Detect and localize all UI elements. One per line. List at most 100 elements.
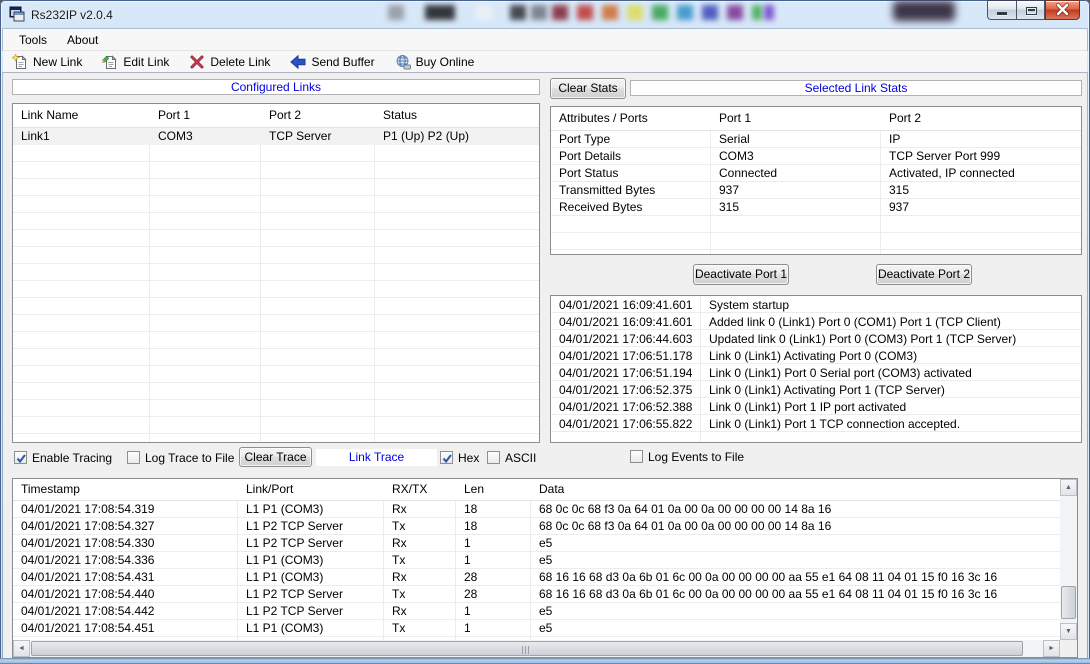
cell-link-port: L1 P1 (COM3)	[238, 501, 384, 518]
vertical-scrollbar[interactable]: ▲ ▼	[1060, 479, 1077, 640]
cell-attribute: Transmitted Bytes	[551, 182, 711, 199]
deactivate-port1-button[interactable]: Deactivate Port 1	[693, 264, 789, 285]
cell-data: 68 16 16 68 d3 0a 6b 01 6c 00 0a 00 00 0…	[531, 586, 1060, 603]
trace-row[interactable]: 04/01/2021 17:08:54.330 L1 P2 TCP Server…	[13, 535, 1060, 552]
trace-row[interactable]: 04/01/2021 17:08:54.431 L1 P1 (COM3) Rx …	[13, 569, 1060, 586]
event-row[interactable]: 04/01/2021 17:06:44.603 Updated link 0 (…	[551, 331, 1081, 348]
cell-data: 68 16 16 68 d3 0a 6b 01 6c 00 0a 00 00 0…	[531, 569, 1060, 586]
stats-row[interactable]: Received Bytes 315 937	[551, 199, 1081, 216]
titlebar-glass-artifact	[893, 1, 955, 21]
buy-online-button[interactable]: Buy Online	[392, 53, 478, 71]
event-row[interactable]: 04/01/2021 17:06:52.388 Link 0 (Link1) P…	[551, 399, 1081, 416]
checkbox-box	[127, 451, 140, 464]
menubar: Tools About	[3, 29, 1087, 50]
edit-link-label: Edit Link	[123, 55, 169, 69]
cell-data: e5	[531, 603, 1060, 620]
stats-row[interactable]: Port Type Serial IP	[551, 131, 1081, 148]
close-icon	[1046, 1, 1079, 19]
event-row[interactable]: 04/01/2021 17:06:51.178 Link 0 (Link1) A…	[551, 348, 1081, 365]
new-link-button[interactable]: New Link	[9, 53, 85, 71]
event-timestamp: 04/01/2021 17:06:44.603	[551, 331, 701, 348]
horizontal-scroll-thumb[interactable]	[31, 641, 1023, 656]
close-button[interactable]	[1045, 0, 1080, 20]
new-link-icon	[12, 54, 28, 70]
event-row[interactable]: 04/01/2021 17:06:51.194 Link 0 (Link1) P…	[551, 365, 1081, 382]
stats-row[interactable]: Port Status Connected Activated, IP conn…	[551, 165, 1081, 182]
trace-row[interactable]: 04/01/2021 17:08:54.451 L1 P1 (COM3) Tx …	[13, 620, 1060, 637]
cell-timestamp: 04/01/2021 17:08:54.336	[13, 552, 238, 569]
deactivate-port2-button[interactable]: Deactivate Port 2	[876, 264, 972, 285]
event-timestamp: 04/01/2021 17:06:52.388	[551, 399, 701, 416]
cell-attribute: Port Status	[551, 165, 711, 182]
column-header-data[interactable]: Data	[531, 479, 1060, 500]
scroll-down-button[interactable]: ▼	[1060, 623, 1077, 640]
cell-link-port: L1 P2 TCP Server	[238, 603, 384, 620]
column-header-port2[interactable]: Port 2	[881, 107, 1081, 130]
titlebar-glass-artifact	[764, 5, 774, 20]
event-row[interactable]: 04/01/2021 16:09:41.601 Added link 0 (Li…	[551, 314, 1081, 331]
column-header-status[interactable]: Status	[375, 104, 539, 127]
menu-about[interactable]: About	[57, 30, 108, 50]
minimize-button[interactable]	[987, 0, 1016, 20]
cell-len: 18	[456, 518, 531, 535]
cell-len: 1	[456, 535, 531, 552]
app-icon[interactable]	[9, 6, 25, 22]
column-header-link-port[interactable]: Link/Port	[238, 479, 384, 500]
event-row[interactable]: 04/01/2021 16:09:41.601 System startup	[551, 297, 1081, 314]
cell-timestamp: 04/01/2021 17:08:54.440	[13, 586, 238, 603]
column-header-rxtx[interactable]: RX/TX	[384, 479, 456, 500]
menu-tools[interactable]: Tools	[9, 30, 57, 50]
cell-timestamp: 04/01/2021 17:08:54.442	[13, 603, 238, 620]
column-header-port1[interactable]: Port 1	[711, 107, 881, 130]
trace-row[interactable]: 04/01/2021 17:08:54.327 L1 P2 TCP Server…	[13, 518, 1060, 535]
column-header-attributes[interactable]: Attributes / Ports	[551, 107, 711, 130]
cell-port1-value: COM3	[711, 148, 881, 165]
enable-tracing-checkbox[interactable]: Enable Tracing	[14, 450, 112, 465]
scroll-left-button[interactable]: ◄	[13, 640, 30, 657]
cell-port1-value: Connected	[711, 165, 881, 182]
send-buffer-label: Send Buffer	[311, 55, 374, 69]
trace-row[interactable]: 04/01/2021 17:08:54.442 L1 P2 TCP Server…	[13, 603, 1060, 620]
event-message: Link 0 (Link1) Activating Port 1 (TCP Se…	[701, 382, 1081, 399]
column-header-port1[interactable]: Port 1	[150, 104, 261, 127]
log-trace-checkbox[interactable]: Log Trace to File	[127, 450, 234, 465]
cell-rxtx: Tx	[384, 620, 456, 637]
hex-checkbox[interactable]: Hex	[440, 450, 479, 465]
vertical-scroll-thumb[interactable]	[1061, 586, 1076, 619]
scroll-up-button[interactable]: ▲	[1060, 479, 1077, 496]
ascii-checkbox[interactable]: ASCII	[487, 450, 536, 465]
stats-row[interactable]: Transmitted Bytes 937 315	[551, 182, 1081, 199]
event-row[interactable]: 04/01/2021 17:06:52.375 Link 0 (Link1) A…	[551, 382, 1081, 399]
column-header-link-name[interactable]: Link Name	[13, 104, 150, 127]
titlebar-glass-artifact	[702, 5, 718, 20]
log-events-checkbox[interactable]: Log Events to File	[630, 449, 744, 464]
column-header-timestamp[interactable]: Timestamp	[13, 479, 238, 500]
new-link-label: New Link	[33, 55, 82, 69]
column-header-len[interactable]: Len	[456, 479, 531, 500]
trace-header: Timestamp Link/Port RX/TX Len Data	[13, 479, 1060, 501]
delete-link-button[interactable]: Delete Link	[186, 53, 273, 71]
cell-data: e5	[531, 552, 1060, 569]
send-buffer-button[interactable]: Send Buffer	[287, 53, 377, 71]
maximize-button[interactable]	[1016, 0, 1045, 20]
trace-row[interactable]: 04/01/2021 17:08:54.336 L1 P1 (COM3) Tx …	[13, 552, 1060, 569]
trace-row[interactable]: 04/01/2021 17:08:54.319 L1 P1 (COM3) Rx …	[13, 501, 1060, 518]
column-header-port2[interactable]: Port 2	[261, 104, 375, 127]
column-separator	[149, 104, 150, 442]
clear-trace-button[interactable]: Clear Trace	[239, 447, 312, 467]
titlebar-glass-artifact	[476, 5, 492, 20]
selected-link-stats-title: Selected Link Stats	[630, 80, 1082, 96]
client-area: Configured Links Link Name Port 1 Port 2…	[3, 73, 1087, 658]
trace-row[interactable]: 04/01/2021 17:08:54.440 L1 P2 TCP Server…	[13, 586, 1060, 603]
edit-link-button[interactable]: Edit Link	[99, 53, 172, 71]
titlebar[interactable]: Rs232IP v2.0.4	[0, 0, 1090, 29]
titlebar-glass-artifact	[388, 5, 404, 20]
link-row[interactable]: Link1 COM3 TCP Server P1 (Up) P2 (Up)	[13, 128, 539, 145]
clear-stats-button[interactable]: Clear Stats	[550, 78, 626, 99]
scroll-right-button[interactable]: ►	[1043, 640, 1060, 657]
horizontal-scrollbar[interactable]: ◄ ►	[13, 640, 1060, 657]
stats-row[interactable]: Port Details COM3 TCP Server Port 999	[551, 148, 1081, 165]
log-events-label: Log Events to File	[648, 450, 744, 464]
event-timestamp: 04/01/2021 17:06:51.178	[551, 348, 701, 365]
event-row[interactable]: 04/01/2021 17:06:55.822 Link 0 (Link1) P…	[551, 416, 1081, 433]
